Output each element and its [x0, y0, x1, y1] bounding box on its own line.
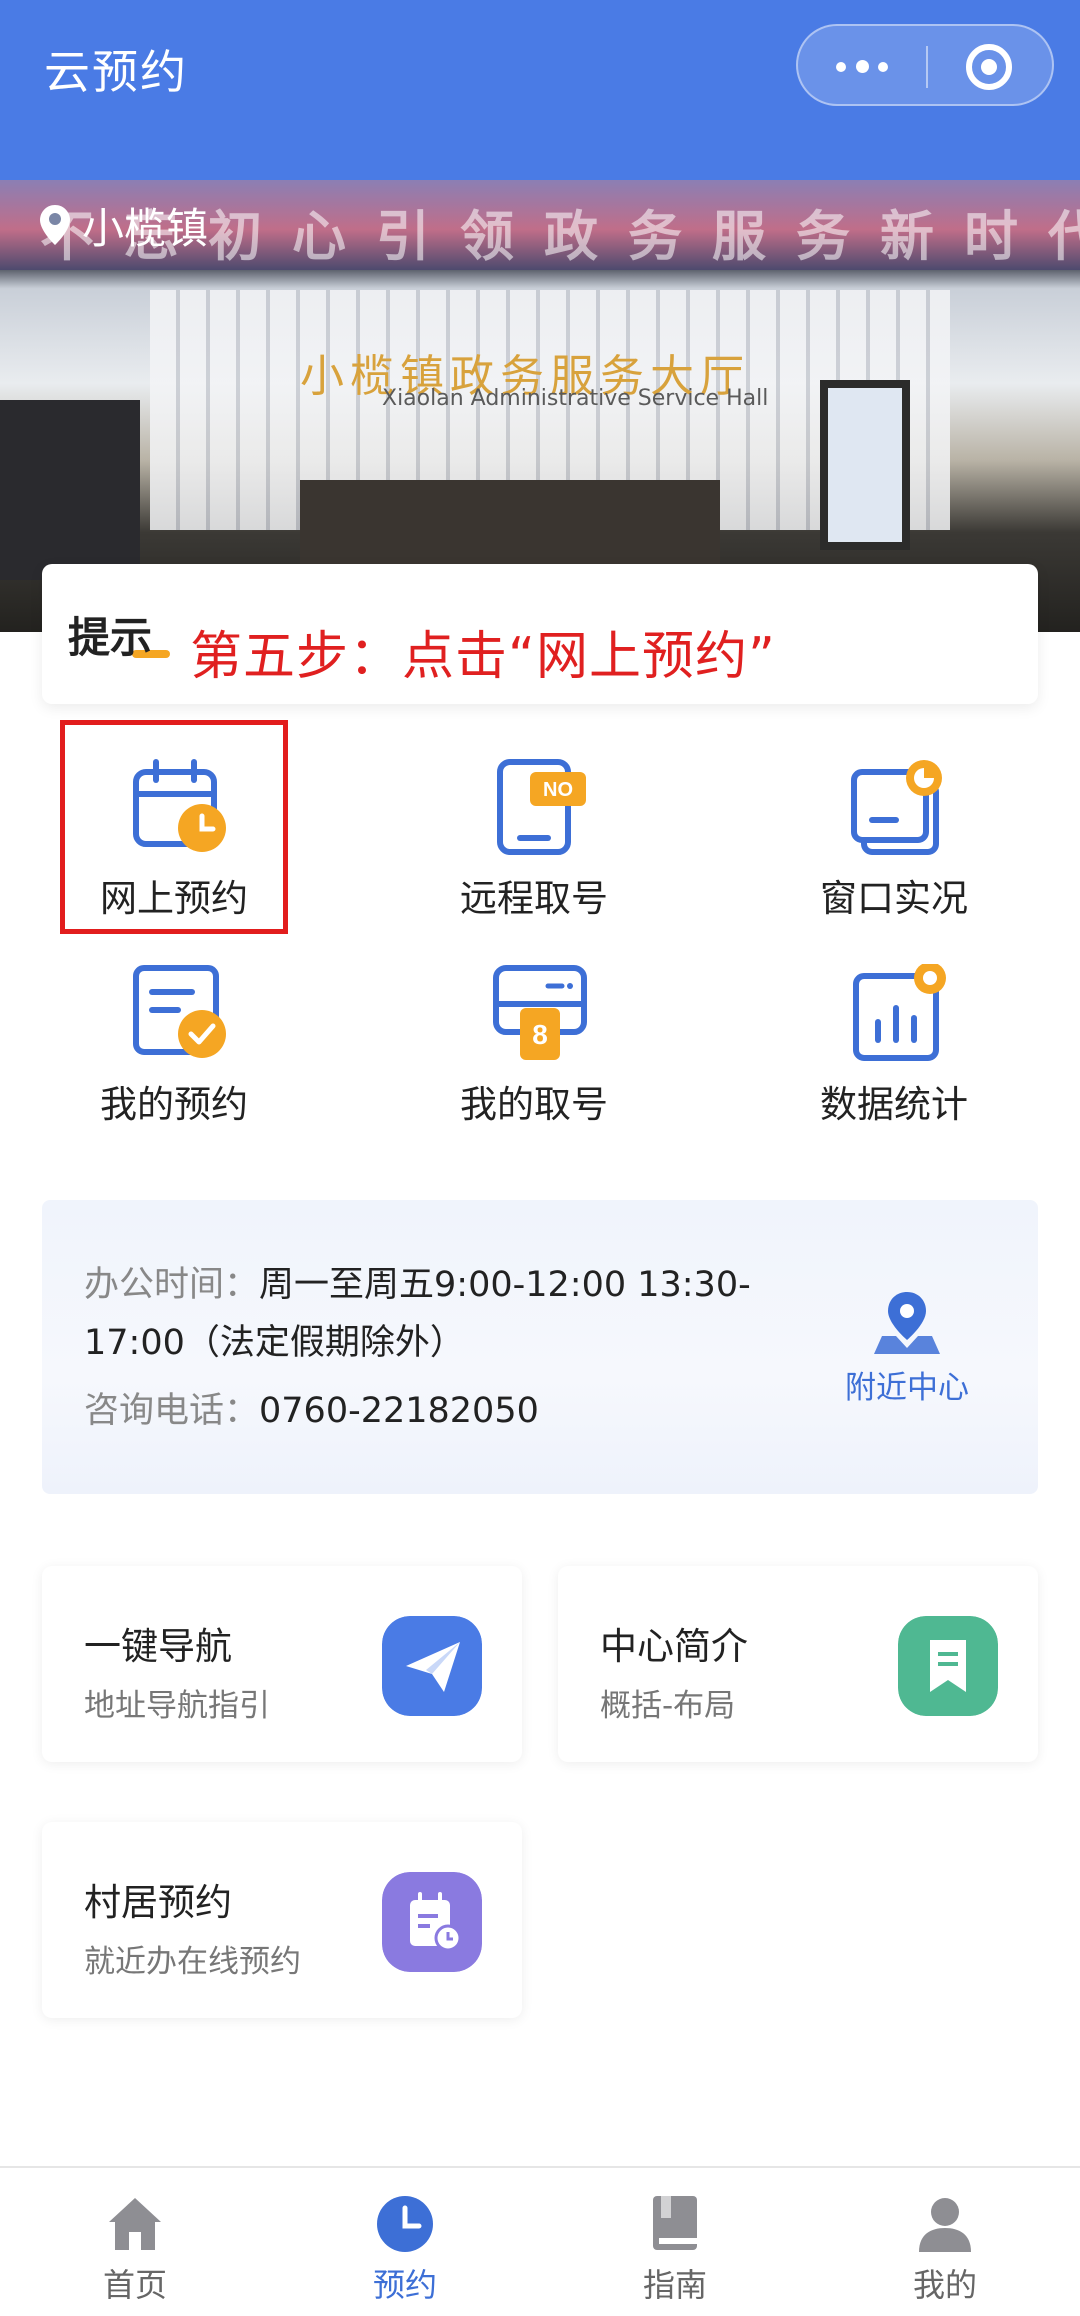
tab-label-guide: 指南	[642, 2266, 707, 2304]
quick-title-navigation: 一键导航	[84, 1625, 232, 1668]
more-icon[interactable]	[834, 54, 890, 80]
top-nav-bar: 云预约	[0, 0, 1080, 180]
user-icon	[919, 2198, 971, 2252]
paper-plane-icon	[382, 1616, 482, 1716]
document-check-icon	[133, 965, 226, 1058]
window-live-button[interactable]: 窗口实况	[744, 758, 1044, 948]
tip-annotation: 第五步：点击“网上预约”	[190, 627, 776, 687]
center-intro-card[interactable]: 中心简介 概括-布局	[558, 1566, 1038, 1762]
bar-chart-icon	[853, 964, 946, 1061]
tab-label-mine: 我的	[912, 2266, 977, 2304]
app-title: 云预约	[44, 45, 188, 99]
office-info-card: 办公时间：周一至周五9:00-12:00 13:30- 17:00（法定假期除外…	[42, 1200, 1038, 1494]
office-hours-label: 办公时间：	[84, 1265, 260, 1305]
statistics-button[interactable]: 数据统计	[744, 964, 1044, 1154]
miniprogram-capsule	[796, 24, 1054, 106]
office-hours-row-2: 17:00（法定假期除外）	[84, 1316, 465, 1370]
location-selector[interactable]: 小榄镇	[40, 180, 208, 270]
office-hours-row: 办公时间：周一至周五9:00-12:00 13:30-	[84, 1258, 751, 1312]
tab-mine[interactable]: 我的	[810, 2168, 1080, 2316]
nearby-center-button[interactable]: 附近中心	[832, 1290, 982, 1407]
tutorial-highlight-box	[60, 720, 288, 934]
location-pin-icon	[40, 205, 70, 245]
nearby-center-label: 附近中心	[845, 1370, 969, 1406]
office-hours-value-line2: 17:00（法定假期除外）	[84, 1323, 465, 1363]
close-miniprogram-icon[interactable]	[966, 44, 1012, 90]
calendar-doc-icon	[382, 1872, 482, 1972]
my-tickets-button[interactable]: 8 我的取号	[384, 964, 684, 1154]
location-label: 小榄镇	[82, 203, 209, 253]
phone-row: 咨询电话：0760-22182050	[84, 1384, 539, 1438]
window-live-icon	[851, 760, 942, 855]
tab-label-home: 首页	[102, 2266, 167, 2304]
clock-icon	[377, 2196, 433, 2252]
no-badge-text: NO	[543, 779, 573, 801]
village-booking-card[interactable]: 村居预约 就近办在线预约	[42, 1822, 522, 2018]
banner-service-desk	[300, 480, 720, 570]
quick-title-intro: 中心简介	[600, 1625, 748, 1668]
tab-label-booking: 预约	[372, 2266, 437, 2304]
bottom-tab-bar: 首页 预约 指南 我的	[0, 2166, 1080, 2316]
remote-ticket-button[interactable]: NO 远程取号	[384, 758, 684, 948]
banner-kiosk-left	[0, 400, 140, 580]
home-icon	[109, 2198, 161, 2250]
quick-sub-village: 就近办在线预约	[84, 1944, 301, 1980]
quick-title-village: 村居预约	[84, 1881, 232, 1924]
tab-booking[interactable]: 预约	[270, 2168, 540, 2316]
tip-title: 提示	[68, 613, 153, 662]
tip-card: 提示 第五步：点击“网上预约”	[42, 564, 1038, 704]
grid-label-my-tickets: 我的取号	[460, 1083, 608, 1126]
grid-label-my-bookings: 我的预约	[100, 1083, 248, 1126]
quick-sub-intro: 概括-布局	[600, 1688, 736, 1724]
grid-label-remote-ticket: 远程取号	[460, 877, 608, 920]
banner-hall-name-en: Xiaolan Administrative Service Hall	[382, 386, 769, 411]
my-bookings-button[interactable]: 我的预约	[24, 964, 324, 1154]
queue-number-icon: 8	[493, 965, 587, 1060]
tab-guide[interactable]: 指南	[540, 2168, 810, 2316]
one-click-navigation-card[interactable]: 一键导航 地址导航指引	[42, 1566, 522, 1762]
phone-ticket-icon: NO	[497, 759, 586, 855]
grid-label-window-live: 窗口实况	[820, 877, 968, 920]
office-hours-value-line1: 周一至周五9:00-12:00 13:30-	[259, 1265, 751, 1305]
quick-sub-navigation: 地址导航指引	[84, 1688, 270, 1724]
queue-number-text: 8	[532, 1019, 548, 1050]
phone-label: 咨询电话：	[84, 1391, 260, 1431]
banner-kiosk-right	[820, 380, 910, 550]
capsule-divider	[926, 46, 928, 88]
book-icon	[653, 2196, 697, 2250]
bookmark-doc-icon	[898, 1616, 998, 1716]
grid-label-statistics: 数据统计	[820, 1083, 968, 1126]
nearby-location-icon	[874, 1292, 940, 1354]
phone-value[interactable]: 0760-22182050	[259, 1391, 539, 1431]
tab-home[interactable]: 首页	[0, 2168, 270, 2316]
